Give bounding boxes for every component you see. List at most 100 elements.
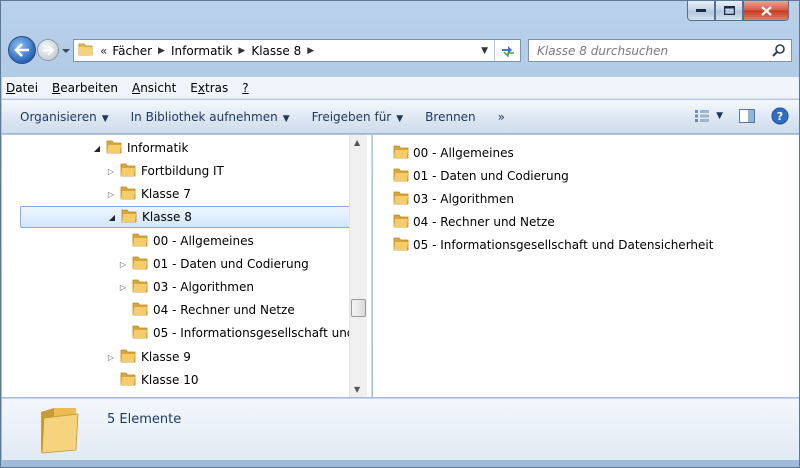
expand-closed-icon[interactable]: ▷ [118,283,128,292]
folder-icon [393,144,409,162]
tree-item-klasse7[interactable]: ▷ Klasse 7 [106,183,191,205]
menu-accelerator: B [52,80,61,95]
view-options-button[interactable]: ▼ [694,109,723,123]
expand-closed-icon[interactable]: ▷ [106,190,116,199]
scroll-thumb[interactable] [351,299,366,317]
folder-icon [132,255,148,273]
address-bar[interactable]: « Fächer ▶ Informatik ▶ Klasse 8 ▶ ▼ [73,39,521,62]
help-button[interactable]: ? [771,107,789,125]
arrow-left-icon [14,43,29,57]
folder-icon [132,278,148,296]
more-commands-button[interactable]: » [498,110,505,124]
tree-item-fortbildung[interactable]: ▷ Fortbildung IT [106,160,224,182]
folder-icon [393,213,409,231]
search-box[interactable] [528,39,792,62]
navigation-pane: ◢ Informatik ▷ Fortbildung IT ▷ Klasse 7… [2,135,372,397]
history-dropdown-icon[interactable] [61,45,71,55]
chevron-down-icon: ▼ [282,113,290,124]
menu-ansicht[interactable]: Ansicht [132,81,176,95]
command-bar: Organisieren ▼ In Bibliothek aufnehmen ▼ F… [2,100,799,134]
folder-icon [132,232,148,250]
expand-open-icon[interactable]: ◢ [92,144,102,153]
minimize-icon[interactable] [687,1,715,21]
folder-item[interactable]: 01 - Daten und Codierung [393,166,569,186]
tree-item-klasse10[interactable]: Klasse 10 [120,369,199,391]
expand-closed-icon[interactable]: ▷ [106,167,116,176]
breadcrumb-klasse8[interactable]: Klasse 8 [251,44,301,58]
refresh-button[interactable] [494,40,520,61]
chevron-down-icon: ▼ [101,113,109,124]
view-controls: ▼ ? [678,107,789,125]
chevron-down-icon: ▼ [716,111,723,121]
chevron-down-icon[interactable]: ▼ [481,46,488,56]
folder-icon [393,167,409,185]
menu-extras[interactable]: Extras [190,81,228,95]
folder-icon [78,42,93,59]
forward-button[interactable] [37,39,59,61]
folder-icon [393,190,409,208]
search-input[interactable] [537,41,767,60]
menu-accelerator: x [197,80,205,95]
large-folder-icon [38,406,80,457]
folder-item[interactable]: 05 - Informationsgesellschaft und Datens… [393,235,713,255]
folder-icon [393,236,409,254]
chevron-right-icon[interactable]: ▶ [307,46,314,56]
view-grid-icon [695,110,710,122]
search-icon[interactable] [772,44,785,60]
menu-accelerator: D [6,80,16,95]
menu-accelerator: ? [242,80,249,95]
expand-open-icon[interactable]: ◢ [107,213,117,222]
chevron-right-icon[interactable]: ▶ [238,46,245,56]
menu-bearbeiten[interactable]: Bearbeiten [52,81,118,95]
folder-icon [120,185,136,203]
add-to-library-button[interactable]: In Bibliothek aufnehmen ▼ [131,110,290,124]
tree-item-algorithmen[interactable]: ▷ 03 - Algorithmen [118,276,254,298]
folder-item[interactable]: 00 - Allgemeines [393,143,514,163]
chevron-down-icon: ▼ [396,113,404,124]
tree-item-allgemeines[interactable]: 00 - Allgemeines [132,230,254,252]
folder-item[interactable]: 04 - Rechner und Netze [393,212,555,232]
breadcrumb-overflow[interactable]: « [100,44,107,58]
help-icon: ? [771,107,789,125]
caption-buttons [687,1,789,22]
explorer-window: « Fächer ▶ Informatik ▶ Klasse 8 ▶ ▼ Dat… [0,0,800,468]
folder-icon [120,348,136,366]
tree-item-daten-codierung[interactable]: ▷ 01 - Daten und Codierung [118,253,309,275]
tree-item-klasse8[interactable]: ◢ Klasse 8 [20,206,350,228]
details-pane: 5 Elemente [2,398,799,460]
folder-icon [120,162,136,180]
folder-icon [132,324,148,342]
burn-button[interactable]: Brennen [425,110,475,124]
folder-icon [120,371,136,389]
tree-item-informationsgesellschaft[interactable]: 05 - Informationsgesellschaft und [132,322,354,344]
organize-button[interactable]: Organisieren ▼ [20,110,109,124]
preview-pane-icon [739,109,755,123]
scroll-up-icon[interactable]: ▲ [354,138,360,147]
menu-datei[interactable]: Datei [6,81,38,95]
tree-scrollbar[interactable]: ▲ ▼ [349,135,367,397]
folder-icon [121,208,137,226]
preview-pane-button[interactable] [739,109,755,123]
back-button[interactable] [8,36,36,64]
chevron-right-icon[interactable]: ▶ [158,46,165,56]
close-icon[interactable] [743,1,789,21]
expand-closed-icon[interactable]: ▷ [118,260,128,269]
breadcrumb-faecher[interactable]: Fächer [112,44,152,58]
tree-item-rechner-netze[interactable]: 04 - Rechner und Netze [132,299,295,321]
maximize-icon[interactable] [715,1,743,21]
arrow-right-icon [43,44,54,56]
menu-help[interactable]: ? [242,81,248,95]
menu-bar: Datei Bearbeiten Ansicht Extras ? [2,77,799,99]
tree-item-informatik[interactable]: ◢ Informatik [92,137,188,159]
expand-closed-icon[interactable]: ▷ [106,353,116,362]
item-count: 5 Elemente [107,412,182,427]
refresh-icon [501,45,514,57]
folder-icon [106,139,122,157]
share-button[interactable]: Freigeben für ▼ [312,110,404,124]
breadcrumb-informatik[interactable]: Informatik [171,44,232,58]
content-pane: 00 - Allgemeines 01 - Daten und Codierun… [373,135,799,397]
folder-item[interactable]: 03 - Algorithmen [393,189,514,209]
tree-item-klasse9[interactable]: ▷ Klasse 9 [106,346,191,368]
scroll-down-icon[interactable]: ▼ [354,385,360,394]
menu-accelerator: A [131,80,141,95]
